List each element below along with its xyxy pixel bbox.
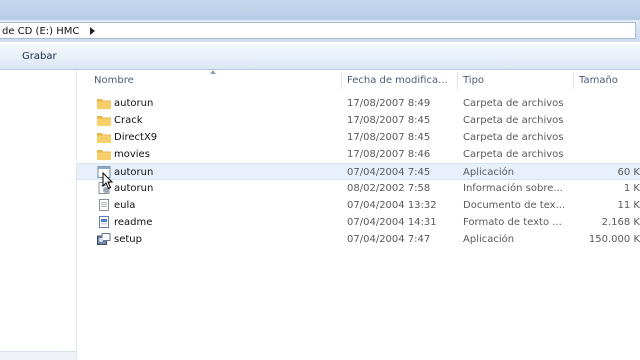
mouse-cursor-icon bbox=[102, 172, 114, 190]
breadcrumb[interactable]: de CD (E:) HMC bbox=[2, 26, 79, 37]
table-row-hovered[interactable]: autorun 07/04/2004 7:45 Aplicación 60 K bbox=[77, 163, 640, 180]
folder-icon bbox=[96, 129, 112, 146]
file-name: eula bbox=[114, 200, 136, 211]
file-size bbox=[577, 146, 640, 163]
file-size bbox=[577, 112, 640, 129]
column-date-modified[interactable]: Fecha de modifica... bbox=[342, 70, 457, 90]
window-titlebar bbox=[0, 0, 640, 20]
table-row[interactable]: setup 07/04/2004 7:47 Aplicación 150.000… bbox=[77, 231, 640, 248]
column-header: Nombre Fecha de modifica... Tipo Tamaño bbox=[77, 70, 640, 90]
table-row[interactable]: eula 07/04/2004 13:32 Documento de tex..… bbox=[77, 197, 640, 214]
file-name: setup bbox=[114, 234, 142, 245]
file-date: 17/08/2007 8:46 bbox=[347, 149, 431, 160]
file-type: Carpeta de archivos bbox=[463, 115, 564, 126]
folder-icon bbox=[96, 112, 112, 129]
text-document-icon bbox=[96, 197, 112, 214]
column-type[interactable]: Tipo bbox=[458, 70, 573, 90]
file-date: 17/08/2007 8:45 bbox=[347, 115, 431, 126]
file-type: Carpeta de archivos bbox=[463, 98, 564, 109]
navigation-pane-footer bbox=[0, 351, 76, 360]
navigation-pane[interactable] bbox=[0, 70, 77, 360]
folder-icon bbox=[96, 95, 112, 112]
file-date: 17/08/2007 8:49 bbox=[347, 98, 431, 109]
file-date: 07/04/2004 13:32 bbox=[347, 200, 437, 211]
burn-button[interactable]: Grabar bbox=[22, 51, 57, 62]
table-row[interactable]: autorun 17/08/2007 8:49 Carpeta de archi… bbox=[77, 95, 640, 112]
file-type: Carpeta de archivos bbox=[463, 149, 564, 160]
table-row[interactable]: readme 07/04/2004 14:31 Formato de texto… bbox=[77, 214, 640, 231]
table-row[interactable]: DirectX9 17/08/2007 8:45 Carpeta de arch… bbox=[77, 129, 640, 146]
folder-icon bbox=[96, 146, 112, 163]
file-size: 11 K bbox=[617, 200, 640, 211]
file-size: 2.168 K bbox=[601, 217, 640, 228]
file-name: autorun bbox=[114, 167, 154, 178]
file-size: 150.000 K bbox=[588, 234, 640, 245]
file-type: Carpeta de archivos bbox=[463, 132, 564, 143]
setup-application-icon bbox=[96, 231, 112, 248]
file-name: Crack bbox=[114, 115, 143, 126]
file-type: Formato de texto ... bbox=[463, 217, 562, 228]
sort-ascending-icon bbox=[210, 70, 216, 74]
file-date: 17/08/2007 8:45 bbox=[347, 132, 431, 143]
file-name: autorun bbox=[114, 183, 154, 194]
file-type: Información sobre... bbox=[463, 183, 563, 194]
breadcrumb-arrow-icon[interactable] bbox=[90, 27, 95, 35]
file-size bbox=[577, 95, 640, 112]
file-size bbox=[577, 129, 640, 146]
file-type: Aplicación bbox=[463, 167, 515, 178]
file-size: 1 K bbox=[623, 183, 640, 194]
file-size: 60 K bbox=[617, 167, 640, 178]
rich-text-icon bbox=[96, 214, 112, 231]
address-bar: de CD (E:) HMC bbox=[0, 20, 640, 42]
file-list: Nombre Fecha de modifica... Tipo Tamaño … bbox=[77, 70, 640, 360]
file-date: 08/02/2002 7:58 bbox=[347, 183, 431, 194]
table-row[interactable]: movies 17/08/2007 8:46 Carpeta de archiv… bbox=[77, 146, 640, 163]
file-name: readme bbox=[114, 217, 153, 228]
file-date: 07/04/2004 7:45 bbox=[347, 167, 431, 178]
file-name: autorun bbox=[114, 98, 154, 109]
table-row[interactable]: Crack 17/08/2007 8:45 Carpeta de archivo… bbox=[77, 112, 640, 129]
address-field[interactable]: de CD (E:) HMC bbox=[0, 22, 636, 39]
file-date: 07/04/2004 7:47 bbox=[347, 234, 431, 245]
table-row[interactable]: autorun 08/02/2002 7:58 Información sobr… bbox=[77, 180, 640, 197]
file-rows: autorun 17/08/2007 8:49 Carpeta de archi… bbox=[77, 95, 640, 248]
column-size[interactable]: Tamaño bbox=[574, 70, 640, 90]
file-date: 07/04/2004 14:31 bbox=[347, 217, 437, 228]
file-type: Aplicación bbox=[463, 234, 515, 245]
file-name: DirectX9 bbox=[114, 132, 158, 143]
file-name: movies bbox=[114, 149, 150, 160]
file-type: Documento de tex... bbox=[463, 200, 566, 211]
command-bar: Grabar bbox=[0, 44, 640, 70]
